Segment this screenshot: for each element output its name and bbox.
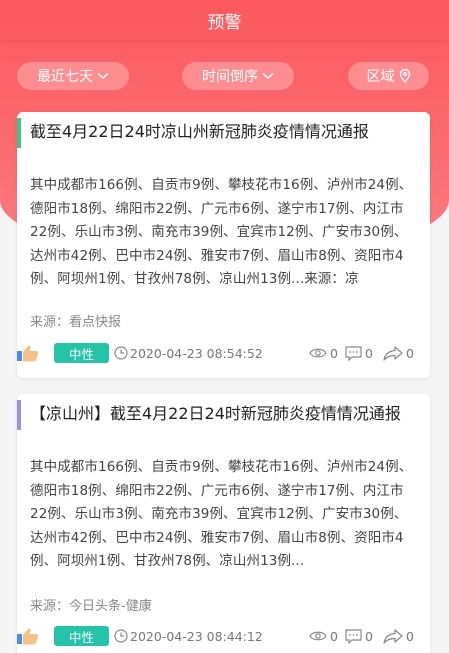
page-title: 预警 [207,12,242,33]
top-bar: 预警 [0,0,449,40]
share-icon [383,628,403,644]
filter-row: 最近七天 时间倒序 区域 [0,62,449,90]
shares-count: 0 [406,628,414,644]
thumbs-up-icon[interactable] [17,627,39,645]
views-count: 0 [330,345,338,361]
card-time: 2020-04-23 08:44:12 [114,629,263,644]
card-meta-row: 中性 2020-04-23 08:44:12 0 0 0 [17,625,430,647]
alert-card[interactable]: 【凉山州】截至4月22日24时新冠肺炎疫情情况通报 其中成都市166例、自贡市9… [17,394,430,653]
filter-range-label: 最近七天 [37,69,93,85]
shares-count: 0 [406,345,414,361]
comment-icon [345,345,362,361]
share-stat[interactable]: 0 [383,346,414,361]
clock-icon [114,629,128,643]
comment-icon [345,628,362,644]
card-accent-bar [17,118,21,148]
card-accent-bar [17,400,21,430]
share-stat[interactable]: 0 [383,629,414,644]
thumbs-up-icon[interactable] [17,344,39,362]
clock-icon [114,346,128,360]
comments-stat[interactable]: 0 [345,346,373,361]
card-title[interactable]: 截至4月22日24时凉山州新冠肺炎疫情情况通报 [17,112,430,170]
views-stat: 0 [309,629,338,644]
filter-order-label: 时间倒序 [202,69,258,85]
comments-count: 0 [365,628,373,644]
card-summary: 其中成都市166例、自贡市9例、攀枝花市16例、泸州市24例、德阳市18例、绵阳… [30,459,413,569]
sentiment-tag: 中性 [54,343,109,363]
eye-icon [309,631,327,641]
card-timestamp: 2020-04-23 08:54:52 [130,345,263,361]
card-meta-row: 中性 2020-04-23 08:54:52 0 0 0 [17,342,430,364]
comments-stat[interactable]: 0 [345,629,373,644]
card-summary: 其中成都市166例、自贡市9例、攀枝花市16例、泸州市24例、德阳市18例、绵阳… [30,177,413,287]
chevron-down-icon [262,72,274,80]
filter-range-dropdown[interactable]: 最近七天 [17,62,129,90]
card-source: 来源：今日头条-健康 [30,599,152,614]
views-stat: 0 [309,346,338,361]
comments-count: 0 [365,345,373,361]
views-count: 0 [330,628,338,644]
filter-region-button[interactable]: 区域 [348,62,429,90]
card-timestamp: 2020-04-23 08:44:12 [130,628,263,644]
sentiment-tag: 中性 [54,626,109,646]
card-time: 2020-04-23 08:54:52 [114,346,263,361]
location-pin-icon [399,69,410,83]
card-source: 来源：看点快报 [30,315,122,330]
card-title[interactable]: 【凉山州】截至4月22日24时新冠肺炎疫情情况通报 [17,394,430,452]
share-icon [383,345,403,361]
filter-order-dropdown[interactable]: 时间倒序 [182,62,294,90]
chevron-down-icon [97,72,109,80]
alert-card[interactable]: 截至4月22日24时凉山州新冠肺炎疫情情况通报 其中成都市166例、自贡市9例、… [17,112,430,378]
filter-region-label: 区域 [366,69,395,85]
eye-icon [309,348,327,358]
